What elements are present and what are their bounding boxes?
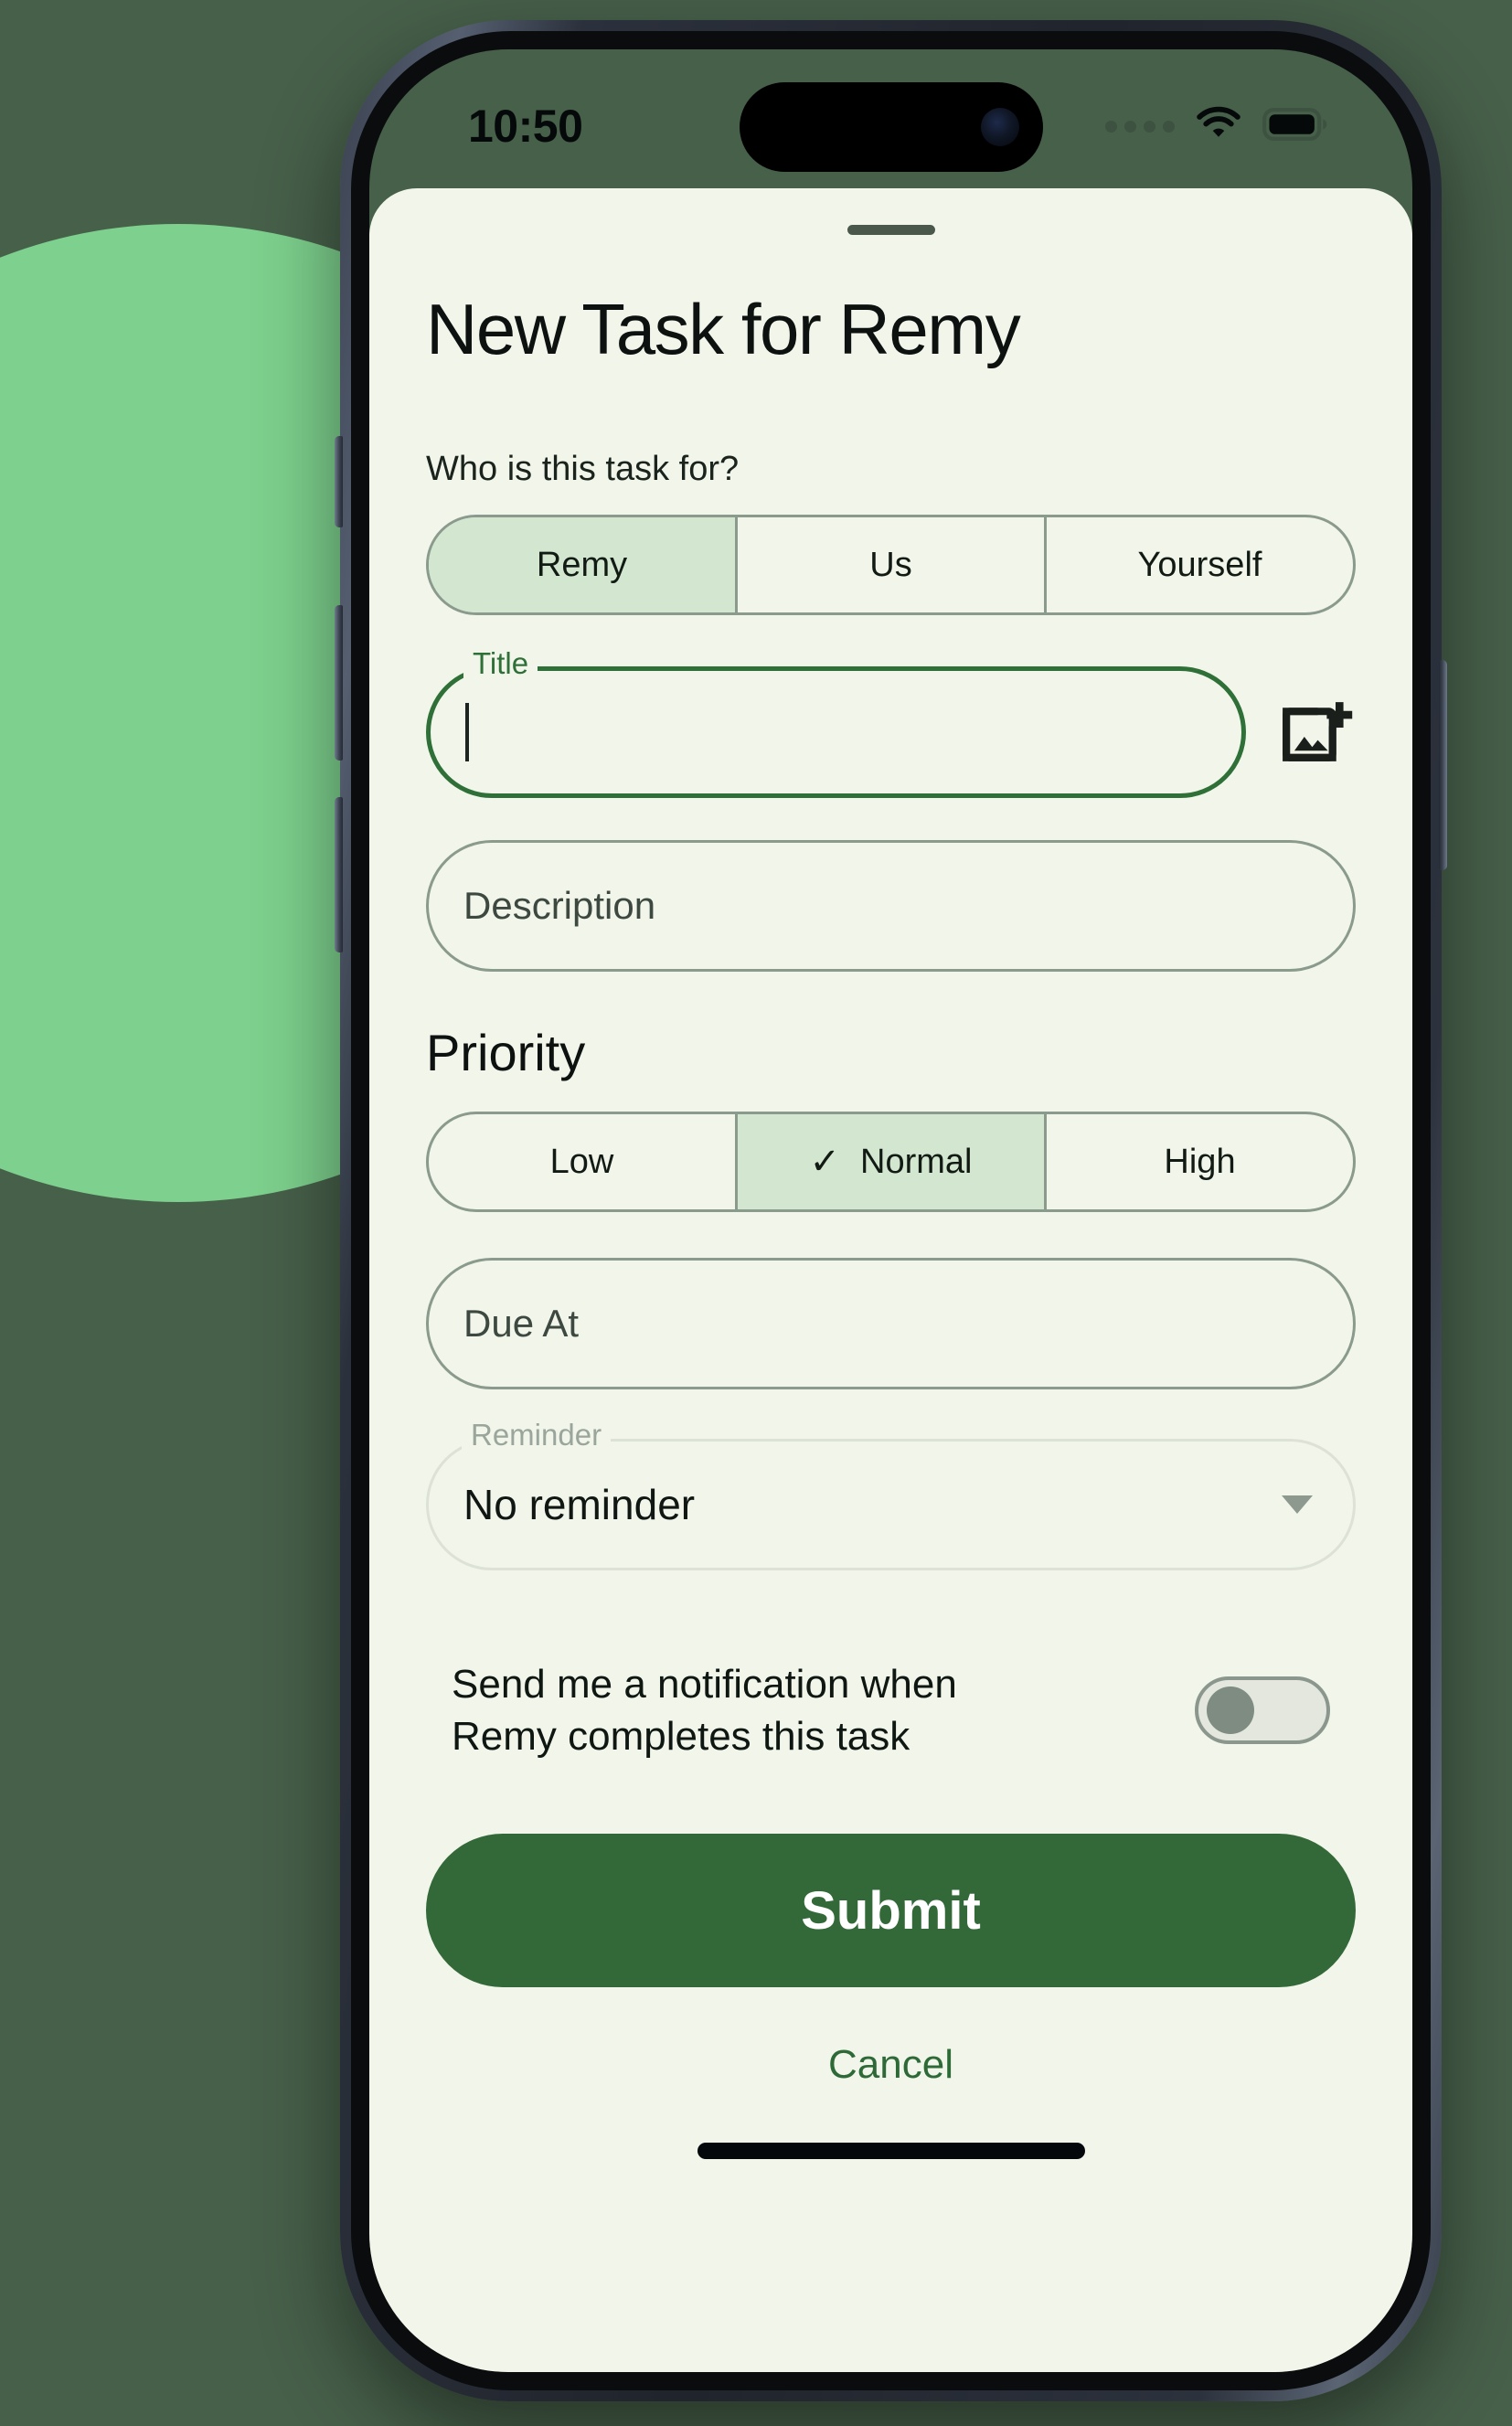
segment-high-label: High — [1164, 1142, 1236, 1181]
segment-priority-low[interactable]: Low — [429, 1114, 735, 1209]
screenshot-stage: 10:50 New Task for Remy Who is this task… — [0, 0, 1512, 2426]
text-caret — [465, 703, 469, 761]
segment-us[interactable]: Us — [735, 517, 1044, 612]
due-at-input[interactable]: Due At — [426, 1258, 1356, 1389]
segment-remy-label: Remy — [536, 545, 628, 584]
battery-icon — [1262, 107, 1328, 145]
reminder-select[interactable]: Reminder No reminder — [426, 1418, 1356, 1570]
reminder-selected-value: No reminder — [463, 1481, 696, 1528]
title-field-label: Title — [463, 646, 538, 681]
segment-priority-high[interactable]: High — [1044, 1114, 1353, 1209]
dynamic-island — [739, 82, 1043, 172]
priority-segmented-control[interactable]: Low ✓ Normal High — [426, 1112, 1356, 1212]
cellular-signal-icon — [1105, 120, 1175, 133]
phone-screen: 10:50 New Task for Remy Who is this task… — [369, 49, 1412, 2372]
page-title: New Task for Remy — [426, 289, 1021, 369]
power-button[interactable] — [1439, 660, 1447, 870]
volume-down-button[interactable] — [335, 797, 343, 952]
priority-heading: Priority — [426, 1024, 586, 1081]
segment-yourself[interactable]: Yourself — [1044, 517, 1353, 612]
toggle-knob — [1207, 1686, 1254, 1735]
mute-switch-button[interactable] — [335, 436, 343, 527]
audience-label: Who is this task for? — [426, 450, 740, 488]
description-input[interactable]: Description — [426, 840, 1356, 972]
check-icon: ✓ — [809, 1142, 841, 1182]
sheet-drag-handle[interactable] — [847, 225, 935, 235]
notification-toggle[interactable] — [1195, 1676, 1330, 1745]
wifi-icon — [1193, 106, 1244, 147]
title-input[interactable]: Title — [426, 646, 1246, 798]
cancel-button[interactable]: Cancel — [426, 2042, 1356, 2088]
description-placeholder: Description — [463, 884, 656, 927]
segment-yourself-label: Yourself — [1137, 545, 1262, 584]
new-task-sheet: New Task for Remy Who is this task for? … — [369, 188, 1412, 2372]
notification-label: Send me a notification when Remy complet… — [452, 1662, 957, 1760]
submit-button[interactable]: Submit — [426, 1834, 1356, 1988]
status-icons-group — [1105, 90, 1328, 147]
due-at-placeholder: Due At — [463, 1302, 580, 1345]
status-time: 10:50 — [468, 101, 583, 152]
front-camera-icon — [980, 108, 1019, 146]
segment-normal-label: Normal — [860, 1142, 973, 1181]
phone-device-frame: 10:50 New Task for Remy Who is this task… — [335, 20, 1447, 2401]
segment-low-label: Low — [549, 1142, 614, 1181]
home-indicator[interactable] — [697, 2143, 1085, 2160]
chevron-down-icon[interactable] — [1282, 1495, 1313, 1514]
segment-remy[interactable]: Remy — [429, 517, 735, 612]
notification-toggle-row: Send me a notification when Remy complet… — [426, 1658, 1356, 1762]
volume-up-button[interactable] — [335, 605, 343, 761]
add-photo-icon[interactable] — [1277, 693, 1356, 771]
audience-segmented-control[interactable]: Remy Us Yourself — [426, 515, 1356, 615]
segment-priority-normal[interactable]: ✓ Normal — [735, 1114, 1044, 1209]
title-row: Title — [426, 646, 1356, 798]
reminder-field-label: Reminder — [462, 1418, 612, 1452]
segment-us-label: Us — [869, 545, 912, 584]
